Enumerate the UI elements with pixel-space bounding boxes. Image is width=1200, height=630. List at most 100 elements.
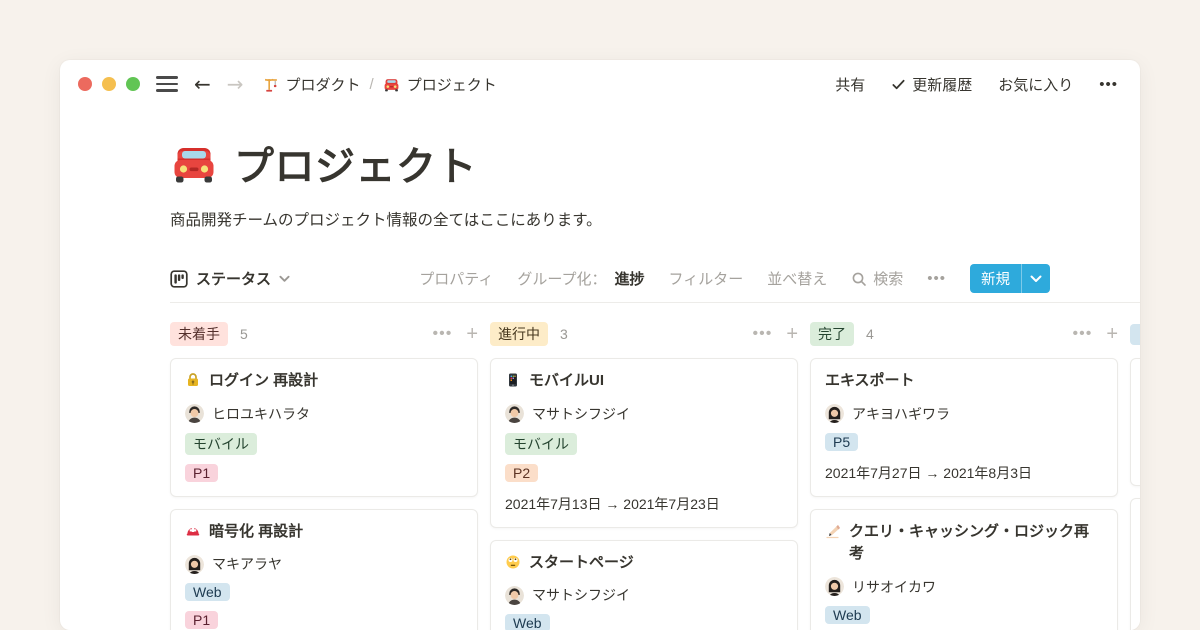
breadcrumb-item[interactable]: プロダクト [262,74,361,95]
card-tag-row: P1 [185,464,463,483]
board-column: 完了4•••+エキスポート アキヨハギワラP52021年7月27日 → 2021… [810,314,1118,630]
face-icon [505,554,521,570]
column-tools: ••• + [1073,324,1119,344]
column-more-icon[interactable]: ••• [433,326,453,342]
card-assignee: マキアラヤ [185,554,463,574]
breadcrumb-item[interactable]: プロジェクト [383,74,497,95]
column-cards: モバイルUI マサトシフジイモバイルP22021年7月13日 → 2021年7月… [490,358,798,630]
column-cards [1130,358,1140,630]
more-button[interactable]: ••• [1099,76,1118,93]
card-tag: P1 [185,464,218,482]
chevron-down-icon[interactable] [1021,264,1050,293]
card-title-row: モバイルUI [505,370,783,393]
column-more-icon[interactable]: ••• [1073,326,1093,342]
car-icon [170,139,218,187]
breadcrumb-separator: / [370,76,374,93]
kanban-card[interactable]: モバイルUI マサトシフジイモバイル P2 2021年7月13日 → 2021年7月… [490,358,798,528]
avatar [825,404,844,423]
column-status-tag[interactable] [1130,324,1140,345]
avatar [185,404,204,423]
card-assignee: リサオイカワ [825,577,1103,597]
avatar [825,577,844,596]
kanban-card[interactable]: ログイン 再設計 ヒロユキハラタモバイルP1 [170,358,478,497]
card-title: ログイン 再設計 [209,370,318,393]
card-title: モバイルUI [529,370,604,393]
close-window-button[interactable] [78,77,92,91]
card-date-range: 2021年7月13日 → 2021年7月23日 [505,494,783,514]
column-add-icon[interactable]: + [466,324,478,344]
column-count: 5 [240,326,248,342]
card-title-row: スタートページ [505,552,783,575]
filter-button[interactable]: フィルター [669,268,744,289]
kanban-card[interactable]: 暗号化 再設計 マキアラヤWebP1 [170,509,478,630]
column-status-tag[interactable]: 未着手 [170,322,228,346]
assignee-name: マサトシフジイ [532,585,630,605]
view-toolbar: ステータス プロパティ グループ化： 進捗 フィルター 並べ替え 検索 [170,264,1050,293]
column-status-tag[interactable]: 完了 [810,322,854,346]
card-assignee: マサトシフジイ [505,585,783,605]
column-cards: ログイン 再設計 ヒロユキハラタモバイルP1 暗号化 再設計 マキアラヤWebP… [170,358,478,630]
share-button[interactable]: 共有 [835,74,865,95]
search-button[interactable]: 検索 [851,268,903,289]
history-button[interactable]: 更新履歴 [891,74,972,95]
breadcrumb: プロダクト / プロジェクト [262,74,497,95]
forward-icon[interactable]: → [227,74,244,94]
view-label: ステータス [196,268,271,289]
group-by-label[interactable]: グループ化： [517,268,606,289]
topbar-actions: 共有 更新履歴 お気に入り ••• [835,74,1118,95]
card-tag: Web [825,606,870,624]
column-count: 4 [866,326,874,342]
check-icon [891,77,906,92]
column-status-tag[interactable]: 進行中 [490,322,548,346]
column-count: 3 [560,326,568,342]
assignee-name: アキヨハギワラ [852,404,950,424]
card-title: スタートページ [529,552,634,575]
assignee-name: ヒロユキハラタ [212,404,310,424]
page-description: 商品開発チームのプロジェクト情報の全てはここにあります。 [170,208,1140,230]
card-title: 暗号化 再設計 [209,521,303,544]
assignee-name: マキアラヤ [212,554,282,574]
app-window: ← → プロダクト / プロジェクト 共有 更新履歴 お気に入り ••• [60,60,1140,630]
view-switcher[interactable]: ステータス [170,268,290,289]
column-add-icon[interactable]: + [786,324,798,344]
group-by-value[interactable]: 進捗 [614,268,644,289]
minimize-window-button[interactable] [102,77,116,91]
properties-button[interactable]: プロパティ [419,268,493,289]
search-icon [851,271,867,287]
card-title-row: エキスポート [825,370,1103,393]
new-button[interactable]: 新規 [970,264,1050,293]
kanban-card[interactable] [1130,358,1140,486]
column-cards: エキスポート アキヨハギワラP52021年7月27日 → 2021年8月3日 ク… [810,358,1118,630]
sort-button[interactable]: 並べ替え [767,268,827,289]
assignee-name: リサオイカワ [852,577,936,597]
share-label: 共有 [835,74,865,95]
toolbar-more-button[interactable]: ••• [927,270,946,287]
card-tag-row: モバイル [505,433,783,455]
kanban-card[interactable]: クエリ・キャッシング・ロジック再考 リサオイカワWebP1 [810,509,1118,630]
board-column: 未着手 5 ••• + ログイン 再設計 ヒロユキハラタモバイルP1 暗号化 再設計 … [170,314,478,630]
board-column: 進行中3•••+ モバイルUI マサトシフジイモバイルP22021年7月13日 … [490,314,798,630]
card-tag: P2 [505,464,538,482]
card-title: クエリ・キャッシング・ロジック再考 [849,521,1103,566]
desktop-background: ← → プロダクト / プロジェクト 共有 更新履歴 お気に入り ••• [0,0,1200,630]
pen-icon [825,523,841,539]
card-assignee: マサトシフジイ [505,404,783,424]
chevron-down-icon [279,275,290,283]
card-tag-row: P5 [825,433,1103,452]
kanban-card[interactable] [1130,498,1140,630]
card-title: エキスポート [825,370,915,393]
column-header: 進行中 3 ••• + [490,314,798,354]
zoom-window-button[interactable] [126,77,140,91]
column-add-icon[interactable]: + [1106,324,1118,344]
kanban-card[interactable]: スタートページ マサトシフジイWebP2 [490,540,798,630]
history-label: 更新履歴 [912,74,972,95]
favorites-button[interactable]: お気に入り [998,74,1073,95]
menu-icon[interactable] [156,76,178,92]
back-icon[interactable]: ← [194,74,211,94]
lock-icon [185,372,201,388]
column-more-icon[interactable]: ••• [753,326,773,342]
kanban-card[interactable]: エキスポート アキヨハギワラP52021年7月27日 → 2021年8月3日 [810,358,1118,497]
more-label: ••• [1099,76,1118,93]
column-header [1130,314,1140,354]
column-header: 完了 4 ••• + [810,314,1118,354]
